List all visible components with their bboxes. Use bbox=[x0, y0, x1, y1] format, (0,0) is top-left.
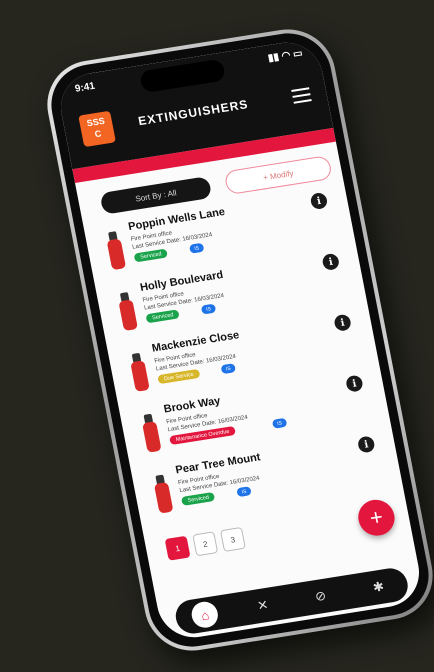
status-time: 9:41 bbox=[74, 80, 96, 95]
tag-badge: IS bbox=[188, 242, 205, 254]
app-logo: SSS C bbox=[78, 110, 116, 148]
extinguisher-icon bbox=[138, 411, 163, 453]
extinguisher-icon bbox=[115, 289, 140, 332]
tag-badge: IS bbox=[236, 486, 252, 498]
extinguisher-list: Poppin Wells Lane Fire Point office Last… bbox=[83, 185, 403, 531]
home-icon[interactable]: ⌂ bbox=[189, 599, 221, 630]
app-screen: 9:41 ▮▮ ◠ ▭ SSS C EXTINGUISHERS Sort By … bbox=[54, 37, 426, 643]
page-button-1[interactable]: 1 bbox=[164, 535, 191, 561]
tools-icon[interactable]: ✕ bbox=[248, 591, 279, 621]
info-icon[interactable]: i bbox=[309, 191, 329, 211]
hamburger-icon[interactable] bbox=[291, 87, 312, 104]
scene-background: 9:41 ▮▮ ◠ ▭ SSS C EXTINGUISHERS Sort By … bbox=[0, 0, 434, 672]
tag-badge: IS bbox=[220, 363, 237, 375]
info-icon[interactable]: i bbox=[321, 252, 341, 271]
status-indicators: ▮▮ ◠ ▭ bbox=[267, 47, 304, 65]
status-badge: Serviced bbox=[133, 248, 169, 263]
info-icon[interactable]: i bbox=[344, 374, 364, 393]
phone-bezel: 9:41 ▮▮ ◠ ▭ SSS C EXTINGUISHERS Sort By … bbox=[44, 27, 434, 653]
bottom-nav: ⌂ ✕ ⊘ ✱ bbox=[172, 565, 411, 636]
info-icon[interactable]: i bbox=[333, 313, 353, 332]
add-extinguisher-button[interactable]: + bbox=[355, 497, 398, 539]
page-button-3[interactable]: 3 bbox=[219, 526, 246, 552]
pagination: 1 2 3 bbox=[164, 526, 246, 561]
page-button-2[interactable]: 2 bbox=[192, 531, 219, 557]
tag-badge: IS bbox=[271, 417, 288, 429]
status-badge: Serviced bbox=[145, 309, 181, 324]
info-icon[interactable]: i bbox=[356, 435, 376, 454]
tag-badge: IS bbox=[200, 303, 217, 315]
phone-device: 9:41 ▮▮ ◠ ▭ SSS C EXTINGUISHERS Sort By … bbox=[39, 22, 434, 658]
dynamic-island bbox=[138, 58, 227, 94]
page-title: EXTINGUISHERS bbox=[137, 97, 250, 129]
extinguisher-icon bbox=[126, 350, 151, 392]
compass-icon[interactable]: ⊘ bbox=[305, 582, 336, 612]
extinguisher-icon bbox=[150, 472, 175, 514]
extinguisher-icon bbox=[103, 228, 128, 271]
status-badge: Serviced bbox=[180, 491, 216, 506]
settings-icon[interactable]: ✱ bbox=[363, 572, 394, 602]
